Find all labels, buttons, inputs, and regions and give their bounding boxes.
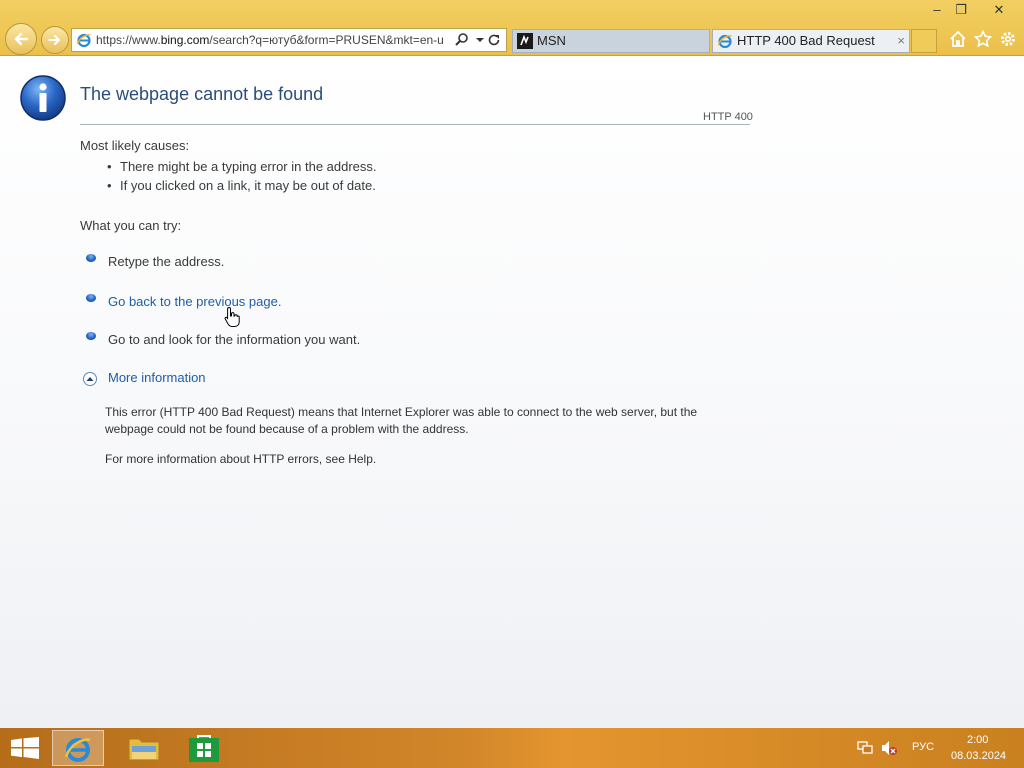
close-window-button[interactable]: ✕ [982,0,1016,20]
hand-cursor-icon [224,306,240,327]
file-explorer-icon [128,738,160,761]
expand-icon[interactable] [83,372,97,386]
error-details-line: webpage could not be found because of a … [105,422,469,436]
title-divider [80,124,750,125]
address-bar[interactable]: https://www.bing.com/search?q=ютуб&form=… [71,28,507,52]
blue-bullet-icon [86,294,96,302]
tab-label: HTTP 400 Bad Request [737,33,875,48]
forward-arrow-icon [48,35,61,45]
taskbar-ie-button[interactable] [52,730,104,766]
blue-bullet-icon [86,254,96,262]
bullet: • [107,178,112,193]
http-status-code: HTTP 400 [703,111,753,123]
new-tab-button[interactable] [911,29,937,53]
browser-toolbar: – ❐ ✕ https://www.bing.com/search?q=ютуб… [0,0,1024,56]
http-errors-help-text: For more information about HTTP errors, … [105,452,377,466]
close-tab-button[interactable]: × [897,30,905,52]
tab-msn[interactable]: MSN [512,29,710,53]
volume-muted-icon[interactable] [880,740,898,756]
page-content: The webpage cannot be found HTTP 400 Mos… [0,56,1024,728]
ie-icon [64,738,91,762]
causes-heading: Most likely causes: [80,138,190,153]
taskbar-file-explorer-button[interactable] [118,730,170,766]
info-icon [20,75,66,121]
bullet: • [107,159,112,174]
refresh-icon[interactable] [486,32,502,48]
url-text[interactable]: https://www.bing.com/search?q=ютуб&form=… [96,29,452,51]
network-icon[interactable] [857,741,873,755]
more-information-link[interactable]: More information [108,370,206,385]
page-title: The webpage cannot be found [80,84,324,104]
try-item-retype: Retype the address. [108,254,225,269]
forward-button[interactable] [41,26,69,54]
restore-button[interactable]: ❐ [946,0,976,20]
ie-icon [717,34,732,49]
cause-item: There might be a typing error in the add… [120,159,377,174]
back-button[interactable] [5,23,37,55]
ie-icon [76,33,91,48]
back-arrow-icon [14,32,29,46]
search-icon[interactable] [454,32,470,48]
clock-time[interactable]: 2:00 [967,734,988,746]
go-back-link[interactable]: Go back to the previous page. [108,294,281,309]
settings-gear-icon[interactable] [999,30,1017,48]
taskbar-store-button[interactable] [178,730,230,766]
taskbar: РУС 2:00 08.03.2024 [0,728,1024,768]
windows-start-icon[interactable] [11,737,39,759]
error-details-line: This error (HTTP 400 Bad Request) means … [105,405,698,419]
input-language[interactable]: РУС [912,741,934,753]
tab-http-400[interactable]: HTTP 400 Bad Request × [712,29,910,53]
msn-icon [517,33,533,49]
try-heading: What you can try: [80,218,182,233]
try-item-goto: Go to and look for the information you w… [108,332,361,347]
home-icon[interactable] [949,30,967,48]
clock-date[interactable]: 08.03.2024 [951,750,1006,762]
tab-label: MSN [537,33,566,48]
favorites-star-icon[interactable] [974,30,992,48]
store-icon [189,735,219,762]
cause-item: If you clicked on a link, it may be out … [120,178,376,193]
blue-bullet-icon [86,332,96,340]
